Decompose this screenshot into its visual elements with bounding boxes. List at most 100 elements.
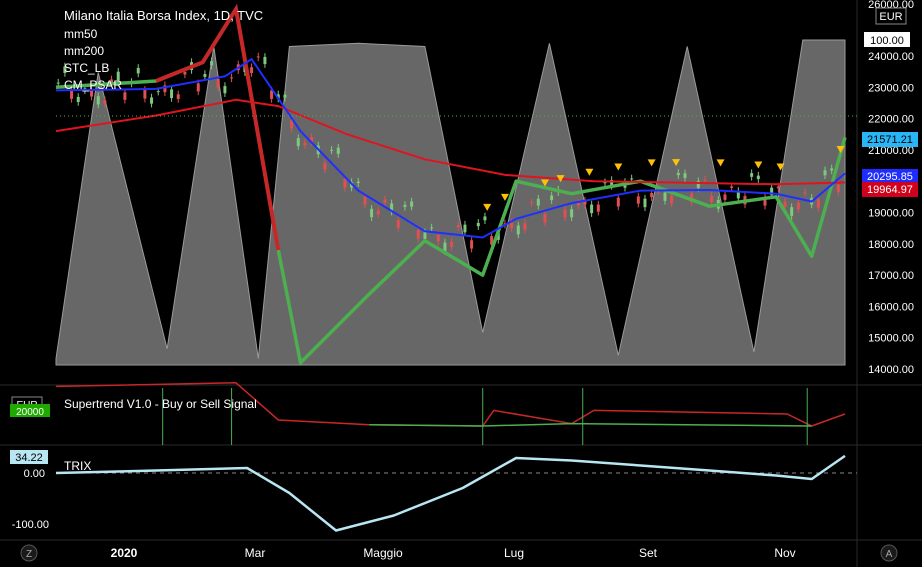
time-label-nov: Nov bbox=[774, 546, 795, 560]
candle-body bbox=[370, 208, 374, 218]
candle-body bbox=[296, 138, 300, 147]
price-tick-label: 22000.00 bbox=[868, 114, 914, 126]
candle-body bbox=[456, 224, 460, 227]
candle-body bbox=[216, 79, 220, 88]
candle-body bbox=[710, 196, 714, 203]
candle-body bbox=[596, 204, 600, 212]
candle-body bbox=[730, 186, 734, 188]
trix-line bbox=[55, 454, 846, 532]
candle-body bbox=[336, 147, 340, 154]
candle-body bbox=[416, 229, 420, 239]
price-badge-text: 21571.21 bbox=[867, 134, 913, 146]
candle-body bbox=[563, 209, 567, 218]
candle-body bbox=[470, 240, 474, 249]
supertrend-buy-line bbox=[369, 422, 812, 427]
candle-body bbox=[430, 227, 434, 229]
sell-signal-marker bbox=[647, 159, 656, 167]
candle-body bbox=[476, 222, 480, 227]
candle-body bbox=[263, 56, 267, 65]
chart-title: Milano Italia Borsa Index, 1D, TVC bbox=[64, 8, 263, 23]
legend-stc[interactable]: STC_LB bbox=[64, 61, 109, 75]
price-tick-label: 24000.00 bbox=[868, 51, 914, 63]
price-tick-label: 18000.00 bbox=[868, 239, 914, 251]
candle-body bbox=[536, 198, 540, 206]
candle-body bbox=[663, 192, 667, 201]
candle-body bbox=[790, 207, 794, 216]
candle-body bbox=[103, 100, 107, 104]
time-label-lug: Lug bbox=[504, 546, 524, 560]
candle-body bbox=[156, 91, 160, 93]
candle-body bbox=[750, 173, 754, 177]
candle-body bbox=[423, 232, 427, 239]
candle-body bbox=[363, 197, 367, 205]
sell-signal-marker bbox=[716, 159, 725, 167]
candle-body bbox=[543, 213, 547, 223]
candle-body bbox=[56, 82, 60, 84]
candle-body bbox=[530, 202, 534, 204]
candle-body bbox=[410, 201, 414, 207]
candle-body bbox=[616, 197, 620, 207]
supertrend-value-text: 20000 bbox=[16, 407, 44, 418]
candle-body bbox=[570, 209, 574, 218]
candle-body bbox=[816, 199, 820, 208]
supertrend-label[interactable]: Supertrend V1.0 - Buy or Sell Signal bbox=[64, 397, 257, 411]
candle-body bbox=[836, 184, 840, 193]
supertrend-layer bbox=[55, 382, 846, 445]
trix-label[interactable]: TRIX bbox=[64, 459, 91, 473]
legend-psar[interactable]: CM_PSAR bbox=[64, 78, 122, 92]
candle-body bbox=[676, 172, 680, 176]
candle-body bbox=[150, 97, 154, 104]
legend-mm50[interactable]: mm50 bbox=[64, 27, 98, 41]
candle-body bbox=[776, 186, 780, 189]
candle-body bbox=[803, 192, 807, 194]
price-tick-label: 16000.00 bbox=[868, 301, 914, 313]
candle-body bbox=[330, 149, 334, 151]
candle-body bbox=[683, 173, 687, 178]
candle-body bbox=[783, 201, 787, 207]
candle-body bbox=[250, 67, 254, 74]
candle-body bbox=[550, 195, 554, 201]
sell-signal-marker bbox=[754, 161, 763, 169]
auto-scale-button-label: A bbox=[886, 549, 893, 560]
candle-body bbox=[796, 202, 800, 210]
candle-body bbox=[170, 89, 174, 99]
candle-body bbox=[823, 170, 827, 176]
candle-body bbox=[203, 74, 207, 77]
timezone-button-label: Z bbox=[26, 549, 32, 560]
trix-layer bbox=[55, 454, 846, 532]
chart-svg[interactable]: Milano Italia Borsa Index, 1D, TVC mm50 … bbox=[0, 0, 922, 567]
candle-body bbox=[603, 182, 607, 184]
price-tick-label: 15000.00 bbox=[868, 333, 914, 345]
candle-body bbox=[143, 89, 147, 99]
candle-body bbox=[403, 204, 407, 207]
price-tick-label: 14000.00 bbox=[868, 364, 914, 376]
candle-body bbox=[483, 216, 487, 221]
candle-body bbox=[196, 83, 200, 92]
sell-signal-marker bbox=[483, 203, 492, 211]
candle-body bbox=[756, 175, 760, 180]
candle-body bbox=[343, 178, 347, 188]
candle-body bbox=[123, 92, 127, 100]
candle-body bbox=[356, 181, 360, 184]
candle-body bbox=[450, 241, 454, 247]
candle-body bbox=[223, 86, 227, 94]
sell-signal-marker bbox=[614, 163, 623, 171]
candle-body bbox=[630, 178, 634, 180]
candle-body bbox=[290, 120, 294, 129]
trix-tick-neg100: -100.00 bbox=[12, 519, 49, 531]
candle-body bbox=[650, 193, 654, 198]
candle-body bbox=[636, 196, 640, 204]
sell-signal-marker bbox=[585, 168, 594, 176]
price-badge-text: 19964.97 bbox=[867, 184, 913, 196]
candle-body bbox=[210, 61, 214, 66]
time-label-mar: Mar bbox=[245, 546, 266, 560]
candle-body bbox=[396, 220, 400, 228]
trading-chart-window: Milano Italia Borsa Index, 1D, TVC mm50 … bbox=[0, 0, 922, 567]
price-badges: 21571.21 20295.8519964.97 bbox=[862, 132, 918, 197]
candle-body bbox=[303, 142, 307, 146]
candle-body bbox=[670, 195, 674, 204]
legend-mm200[interactable]: mm200 bbox=[64, 44, 104, 58]
candle-body bbox=[436, 234, 440, 242]
candle-body bbox=[723, 194, 727, 200]
stc-value-text: 100.00 bbox=[870, 35, 904, 47]
